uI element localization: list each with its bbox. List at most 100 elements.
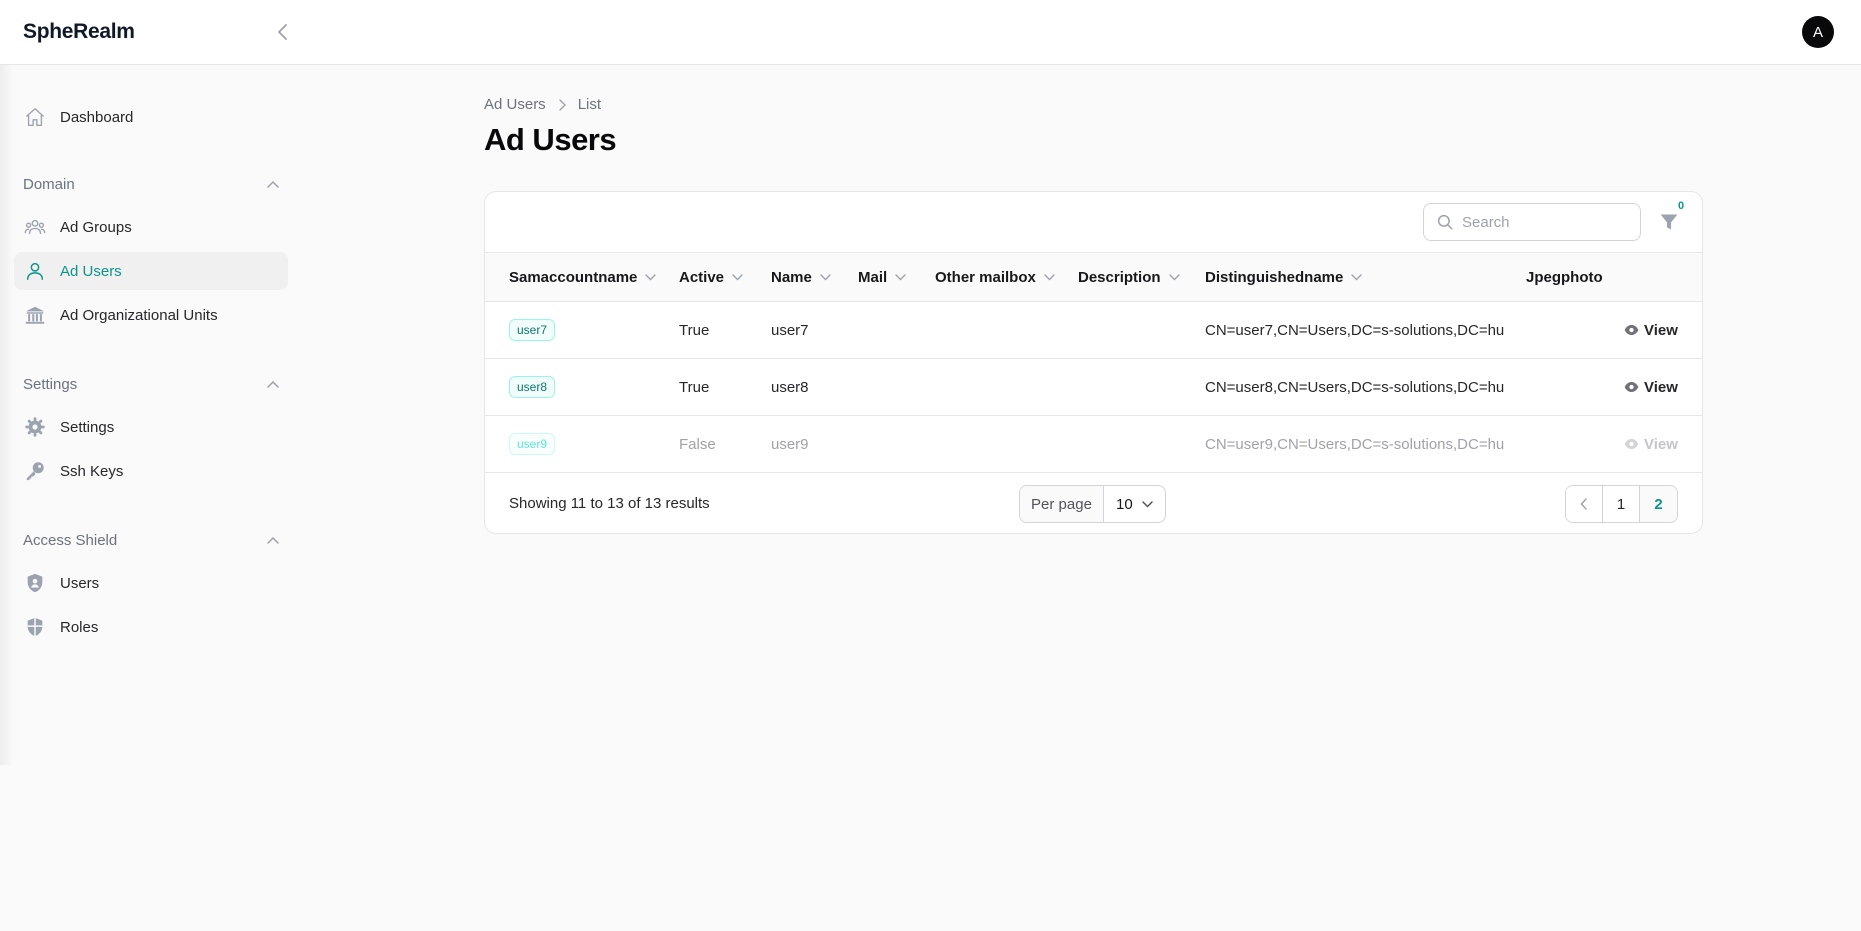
chevron-down-icon: [1351, 273, 1363, 281]
view-label: View: [1644, 378, 1678, 396]
building-library-icon: [24, 304, 46, 326]
search-icon: [1437, 214, 1453, 230]
samaccountname-badge: user9: [509, 433, 556, 455]
sidebar-item-label: Roles: [60, 618, 99, 636]
chevron-down-icon: [895, 273, 906, 281]
shield-user-icon: [24, 572, 46, 594]
chevron-down-icon: [1044, 273, 1055, 281]
name-cell: user9: [771, 435, 809, 453]
chevron-down-icon: [645, 273, 657, 281]
distinguishedname-cell: CN=user9,CN=Users,DC=s-solutions,DC=hu: [1205, 435, 1505, 453]
previous-page-button[interactable]: [1566, 486, 1603, 522]
samaccountname-badge: user7: [509, 319, 556, 341]
table-row[interactable]: user9 False user9 CN=user9,CN=Users,DC=s…: [485, 416, 1702, 473]
view-label: View: [1644, 435, 1678, 453]
chevron-up-icon: [267, 536, 279, 544]
sidebar-item-ad-groups[interactable]: Ad Groups: [14, 208, 288, 246]
samaccountname-cell: user8: [509, 359, 556, 415]
sidebar-item-label: Ssh Keys: [60, 462, 124, 480]
sidebar-group-domain[interactable]: Domain: [23, 173, 279, 195]
users-table-card: 0 Samaccountname Active Name Mail Other …: [484, 191, 1703, 534]
sidebar-group-label: Domain: [23, 175, 75, 193]
eye-icon: [1624, 381, 1639, 393]
active-cell: False: [679, 435, 716, 453]
table-row[interactable]: user7 True user7 CN=user7,CN=Users,DC=s-…: [485, 302, 1702, 359]
column-label: Jpegphoto: [1526, 268, 1603, 286]
chevron-down-icon: [1142, 500, 1153, 508]
chevron-left-icon: [278, 24, 287, 40]
shield-icon: [24, 616, 46, 638]
samaccountname-cell: user9: [509, 416, 556, 472]
sidebar-item-users[interactable]: Users: [14, 564, 288, 602]
user-icon: [24, 260, 46, 282]
name-cell: user8: [771, 378, 809, 396]
breadcrumb-parent-link[interactable]: Ad Users: [484, 96, 546, 113]
column-header-name[interactable]: Name: [771, 253, 831, 301]
column-header-mail[interactable]: Mail: [858, 253, 906, 301]
filter-button[interactable]: [1657, 210, 1681, 234]
sidebar-item-label: Users: [60, 574, 100, 592]
sidebar-group-settings[interactable]: Settings: [23, 373, 279, 395]
column-label: Active: [679, 268, 725, 286]
chevron-down-icon: [1168, 273, 1180, 281]
eye-icon: [1624, 438, 1639, 450]
pagination: 1 2: [1565, 485, 1678, 523]
eye-icon: [1624, 324, 1639, 336]
per-page-select[interactable]: 10: [1104, 486, 1165, 522]
sidebar-item-label: Ad Groups: [60, 218, 132, 236]
sidebar-group-label: Access Shield: [23, 531, 118, 549]
column-label: Mail: [858, 268, 888, 286]
home-icon: [24, 106, 46, 128]
column-header-other-mailbox[interactable]: Other mailbox: [935, 253, 1055, 301]
sidebar-item-label: Settings: [60, 418, 115, 436]
key-icon: [24, 460, 46, 482]
page-button-2[interactable]: 2: [1640, 486, 1677, 522]
column-label: Samaccountname: [509, 268, 638, 286]
per-page-control: Per page 10: [1019, 485, 1166, 523]
search-field[interactable]: [1423, 203, 1641, 241]
column-header-active[interactable]: Active: [679, 253, 743, 301]
sidebar-item-label: Dashboard: [60, 108, 134, 126]
user-group-icon: [24, 216, 46, 238]
view-label: View: [1644, 321, 1678, 339]
view-button[interactable]: View: [1624, 359, 1678, 415]
sidebar-item-settings[interactable]: Settings: [14, 408, 288, 446]
chevron-left-icon: [1580, 498, 1587, 510]
sidebar-item-roles[interactable]: Roles: [14, 608, 288, 646]
user-avatar[interactable]: A: [1802, 16, 1834, 48]
sidebar-item-ad-organizational-units[interactable]: Ad Organizational Units: [14, 296, 288, 334]
column-header-samaccountname[interactable]: Samaccountname: [509, 253, 657, 301]
column-label: Description: [1078, 268, 1161, 286]
sidebar-group-access-shield[interactable]: Access Shield: [23, 529, 279, 551]
sidebar-item-ssh-keys[interactable]: Ssh Keys: [14, 452, 288, 490]
column-header-distinguishedname[interactable]: Distinguishedname: [1205, 253, 1363, 301]
sidebar-item-ad-users[interactable]: Ad Users: [14, 252, 288, 290]
collapse-sidebar-button[interactable]: [272, 18, 294, 46]
page-button-1[interactable]: 1: [1603, 486, 1640, 522]
table-row[interactable]: user8 True user8 CN=user8,CN=Users,DC=s-…: [485, 359, 1702, 416]
per-page-label: Per page: [1020, 486, 1104, 522]
page-title: Ad Users: [484, 122, 617, 157]
view-button[interactable]: View: [1624, 416, 1678, 472]
chevron-down-icon: [732, 273, 743, 281]
results-summary: Showing 11 to 13 of 13 results: [509, 495, 710, 512]
sidebar-item-dashboard[interactable]: Dashboard: [14, 98, 288, 136]
chevron-down-icon: [820, 273, 831, 281]
sidebar-group-label: Settings: [23, 375, 78, 393]
distinguishedname-cell: CN=user7,CN=Users,DC=s-solutions,DC=hu: [1205, 321, 1505, 339]
chevron-up-icon: [267, 380, 279, 388]
samaccountname-cell: user7: [509, 302, 556, 358]
brand-logo[interactable]: SpheRealm: [23, 20, 135, 44]
breadcrumb: Ad Users List: [484, 96, 601, 113]
search-input[interactable]: [1462, 213, 1622, 231]
chevron-right-icon: [558, 98, 566, 111]
per-page-value: 10: [1116, 495, 1133, 513]
chevron-up-icon: [267, 180, 279, 188]
funnel-icon: [1660, 214, 1678, 230]
table-header: Samaccountname Active Name Mail Other ma…: [485, 252, 1702, 302]
column-label: Other mailbox: [935, 268, 1036, 286]
column-header-description[interactable]: Description: [1078, 253, 1180, 301]
filter-count-badge: 0: [1678, 200, 1685, 212]
breadcrumb-current: List: [577, 96, 602, 113]
view-button[interactable]: View: [1624, 302, 1678, 358]
